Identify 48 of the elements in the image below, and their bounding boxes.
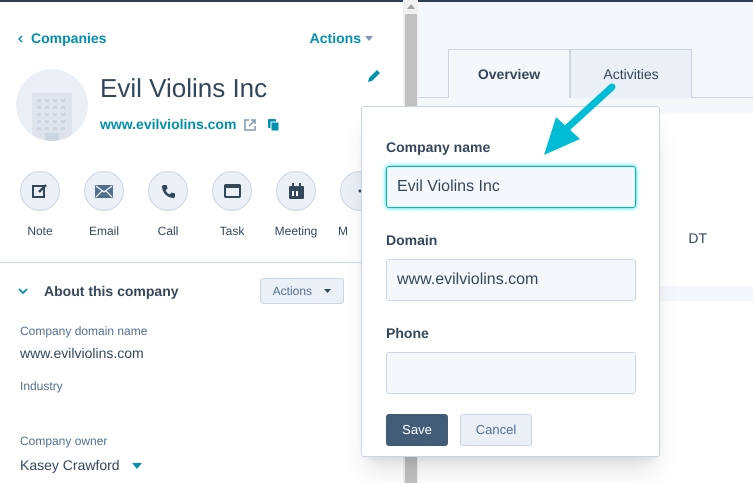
pencil-square-icon [32,183,48,199]
input-field[interactable]: www.evilviolins.com [386,259,636,301]
quick-action-button[interactable]: Call [148,171,188,240]
external-link-icon[interactable] [244,118,256,130]
back-link[interactable]: Companies [18,28,106,49]
action-label: Meeting [274,223,318,240]
property-label: Company owner [20,433,108,450]
quick-action-button[interactable]: Note [20,171,60,240]
building-icon [32,93,72,141]
envelope-icon [95,184,113,198]
action-label: Task [220,223,244,240]
domain-link[interactable]: www.evilviolins.com [100,114,236,135]
property-label: Industry [20,378,64,395]
pencil-icon[interactable] [367,69,381,83]
chevron-left-icon [18,34,23,42]
company-name: Evil Violins Inc [100,72,268,105]
action-label: Email [88,223,119,240]
caret-icon [132,462,142,468]
property-value: www.evilviolins.com [20,344,145,363]
section-title: About this company [44,282,179,301]
quick-action-button[interactable]: Email [84,171,124,240]
actions-button[interactable]: Actions [260,278,344,304]
action-label: M [338,223,348,240]
caret-icon [365,36,373,41]
quick-action-button[interactable]: Task [212,171,252,240]
save-button[interactable]: Save [386,414,448,446]
calendar-icon [288,183,304,199]
quick-action-button[interactable]: Meeting [276,171,316,240]
field-label: Phone [386,324,430,343]
input-field[interactable]: Evil Violins Inc [386,166,636,208]
owner-dropdown[interactable]: Kasey Crawford [20,455,403,476]
tab[interactable]: Activities [570,49,692,98]
dots-icon [358,189,362,193]
copy-icon[interactable] [268,118,280,130]
action-label: Note [27,223,53,240]
cancel-button[interactable]: Cancel [460,414,532,446]
action-label: Call [158,223,178,240]
phone-icon [160,184,176,198]
card-text: DT [688,229,707,248]
tab[interactable]: Overview [448,49,570,98]
actions-dropdown[interactable]: Actions [310,28,373,49]
input-field[interactable] [386,352,636,394]
caret-icon [324,289,331,293]
field-label: Domain [386,231,438,250]
window-icon [224,184,240,198]
field-label: Company name [386,138,492,157]
chevron-icon[interactable] [18,288,28,294]
scroll-up-icon[interactable] [406,4,414,9]
